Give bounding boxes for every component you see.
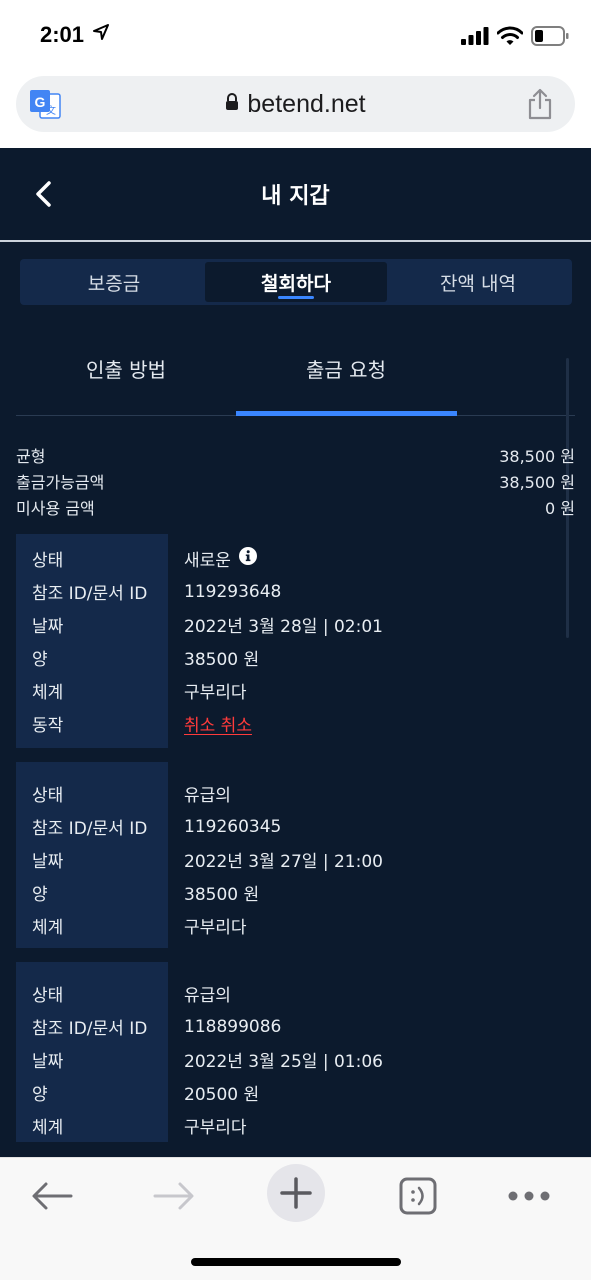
- withdraw-request-card: 상태 참조 ID/문서 ID 날짜 양 체계 동작 새로운 119293648 …: [16, 534, 575, 748]
- method-value: 구부리다: [184, 1118, 247, 1138]
- subtab-withdraw-method[interactable]: 인출 방법: [16, 338, 236, 416]
- amount-value: 38500 원: [184, 885, 260, 905]
- withdraw-request-card: 상태 참조 ID/문서 ID 날짜 양 체계 유급의 118899086 202…: [16, 962, 575, 1142]
- reference-id-value: 118899086: [184, 1016, 282, 1037]
- page-title: 내 지갑: [261, 184, 330, 209]
- field-label: 양: [32, 650, 48, 670]
- field-label: 상태: [32, 986, 64, 1006]
- field-label: 날짜: [32, 852, 64, 872]
- battery-icon: [531, 26, 569, 50]
- amount-value: 38500 원: [184, 650, 260, 670]
- cancel-request-link[interactable]: 취소 취소: [184, 711, 252, 736]
- date-value: 2022년 3월 27일 | 21:00: [184, 852, 383, 872]
- balance-summary: 균형 38,500 원 출금가능금액 38,500 원 미사용 금액 0 원: [16, 442, 575, 520]
- summary-value: 0 원: [545, 499, 575, 518]
- lock-icon: [225, 93, 239, 115]
- summary-row-withdrawable: 출금가능금액 38,500 원: [16, 468, 575, 494]
- field-label: 동작: [32, 716, 64, 736]
- method-value: 구부리다: [184, 918, 247, 938]
- url-text[interactable]: betend.net: [247, 90, 365, 119]
- summary-label: 출금가능금액: [16, 473, 105, 492]
- field-label: 상태: [32, 786, 64, 806]
- address-bar[interactable]: G 文 betend.net: [16, 76, 575, 132]
- cellular-signal-icon: [461, 27, 489, 49]
- date-value: 2022년 3월 28일 | 02:01: [184, 617, 383, 637]
- more-options-icon[interactable]: [506, 1168, 552, 1224]
- method-value: 구부리다: [184, 683, 247, 703]
- share-icon[interactable]: [527, 88, 553, 124]
- home-indicator: [191, 1258, 401, 1266]
- wifi-icon: [496, 26, 524, 50]
- active-subtab-indicator: [236, 411, 457, 416]
- new-tab-plus-icon[interactable]: [267, 1164, 325, 1222]
- back-arrow-icon[interactable]: [28, 1168, 76, 1224]
- status-value: 새로운: [184, 542, 383, 575]
- summary-value: 38,500 원: [499, 473, 575, 492]
- status-time: 2:01: [40, 22, 85, 47]
- field-label: 양: [32, 1085, 48, 1105]
- date-value: 2022년 3월 25일 | 01:06: [184, 1052, 383, 1072]
- wallet-page: 내 지갑 보증금 철회하다 잔액 내역 인출 방법 출금 요청 균형 38,50…: [0, 148, 591, 1157]
- field-label: 참조 ID/문서 ID: [32, 584, 148, 604]
- tab-deposit[interactable]: 보증금: [23, 262, 205, 302]
- status-value: 유급의: [184, 786, 231, 806]
- status-text: 새로운: [184, 551, 231, 571]
- field-label: 양: [32, 885, 48, 905]
- field-label: 참조 ID/문서 ID: [32, 1019, 148, 1039]
- page-header: 내 지갑: [0, 148, 591, 242]
- summary-label: 미사용 금액: [16, 499, 95, 518]
- field-label: 체계: [32, 1118, 64, 1138]
- field-label: 체계: [32, 683, 64, 703]
- field-label: 체계: [32, 918, 64, 938]
- field-label: 상태: [32, 551, 64, 571]
- withdraw-subtabs: 인출 방법 출금 요청: [16, 338, 575, 416]
- field-label: 날짜: [32, 617, 64, 637]
- summary-value: 38,500 원: [499, 447, 575, 466]
- wallet-tabs: 보증금 철회하다 잔액 내역: [20, 259, 572, 305]
- summary-label: 균형: [16, 447, 46, 466]
- tab-withdraw[interactable]: 철회하다: [205, 262, 387, 302]
- field-label: 참조 ID/문서 ID: [32, 819, 148, 839]
- status-bar: 2:01: [0, 0, 591, 70]
- tabs-switcher-icon[interactable]: [396, 1168, 440, 1224]
- summary-row-balance: 균형 38,500 원: [16, 442, 575, 468]
- location-arrow-icon: [93, 24, 109, 44]
- reference-id-value: 119260345: [184, 816, 282, 837]
- amount-value: 20500 원: [184, 1085, 260, 1105]
- summary-row-unused: 미사용 금액 0 원: [16, 494, 575, 520]
- status-value: 유급의: [184, 986, 231, 1006]
- info-icon[interactable]: [238, 547, 257, 570]
- subtab-withdraw-requests[interactable]: 출금 요청: [236, 338, 456, 416]
- tab-balance-history[interactable]: 잔액 내역: [387, 262, 569, 302]
- withdraw-request-card: 상태 참조 ID/문서 ID 날짜 양 체계 유급의 119260345 202…: [16, 762, 575, 948]
- field-label: 날짜: [32, 1052, 64, 1072]
- reference-id-value: 119293648: [184, 581, 282, 602]
- forward-arrow-icon[interactable]: [150, 1168, 198, 1224]
